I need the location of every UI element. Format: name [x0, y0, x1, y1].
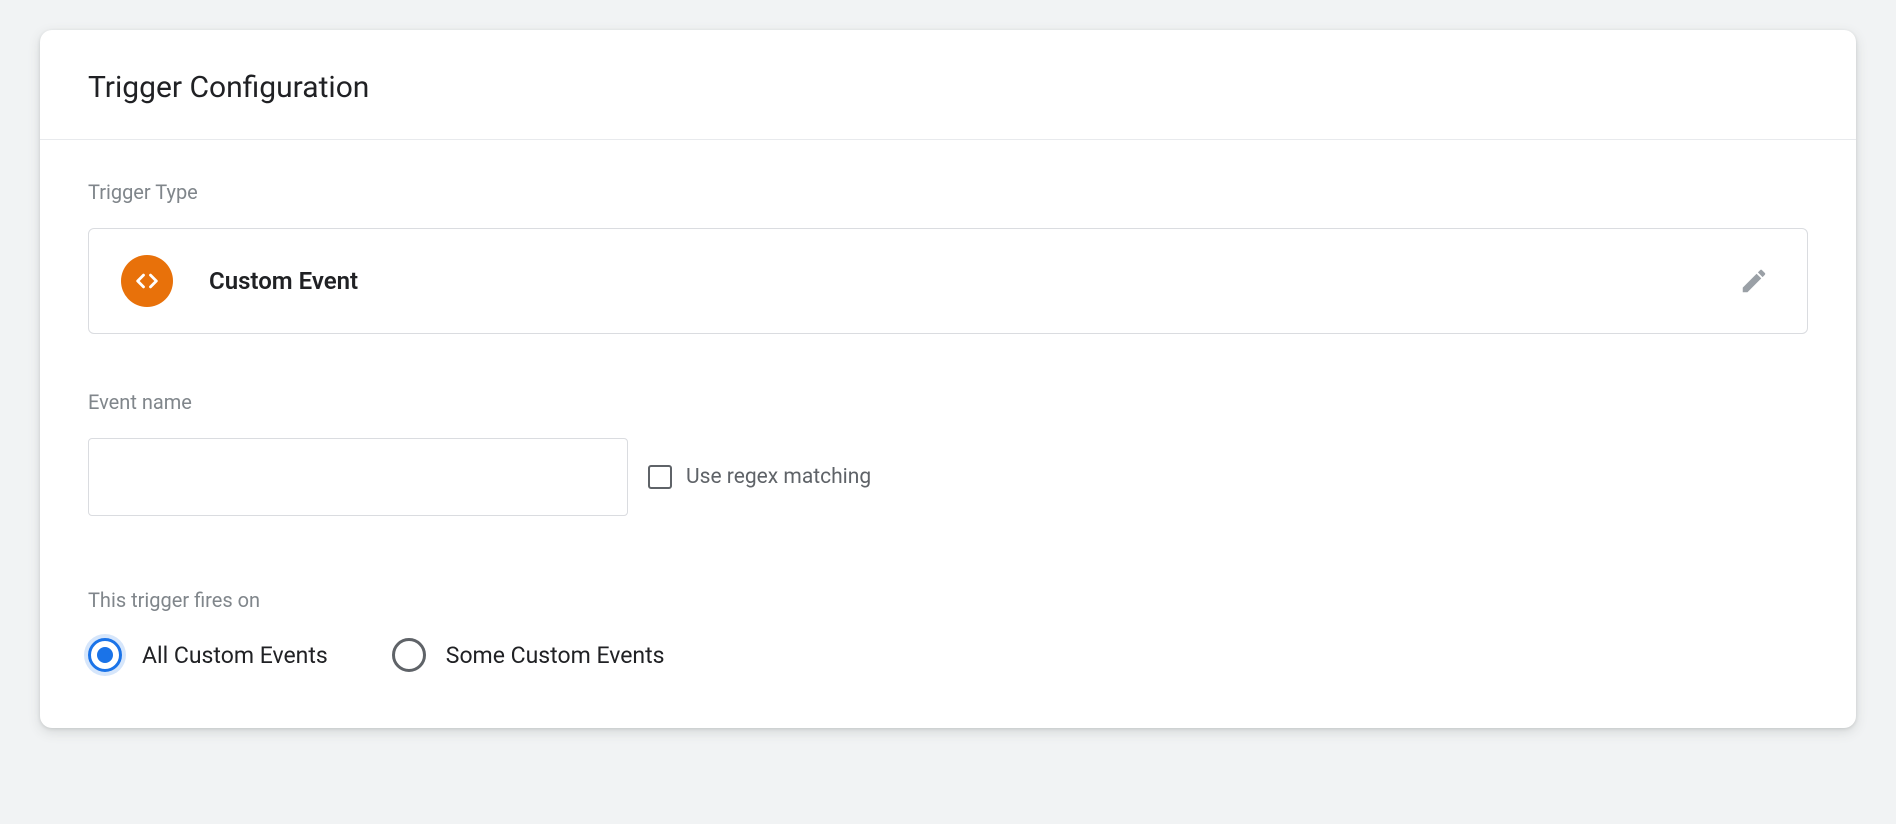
fires-on-label: This trigger fires on — [88, 588, 1808, 612]
event-name-input[interactable] — [88, 438, 628, 516]
edit-trigger-type-button[interactable] — [1733, 260, 1775, 302]
event-name-label: Event name — [88, 390, 1808, 414]
card-header: Trigger Configuration — [40, 30, 1856, 140]
radio-some-custom-events[interactable]: Some Custom Events — [392, 638, 665, 672]
radio-unselected-icon — [392, 638, 426, 672]
radio-label-some: Some Custom Events — [446, 642, 665, 669]
event-name-row: Use regex matching — [88, 438, 1808, 516]
card-body: Trigger Type Custom Event Eve — [40, 140, 1856, 728]
card-title: Trigger Configuration — [88, 70, 1808, 105]
trigger-type-label: Trigger Type — [88, 180, 1808, 204]
radio-all-custom-events[interactable]: All Custom Events — [88, 638, 328, 672]
trigger-type-name: Custom Event — [209, 267, 358, 295]
checkbox-icon — [648, 465, 672, 489]
pencil-icon — [1739, 266, 1769, 296]
radio-selected-icon — [88, 638, 122, 672]
regex-checkbox-label: Use regex matching — [686, 465, 871, 489]
trigger-type-left: Custom Event — [121, 255, 358, 307]
trigger-config-card: Trigger Configuration Trigger Type Custo… — [40, 30, 1856, 728]
trigger-type-row[interactable]: Custom Event — [88, 228, 1808, 334]
code-icon — [121, 255, 173, 307]
fires-on-radio-group: All Custom Events Some Custom Events — [88, 638, 1808, 672]
radio-label-all: All Custom Events — [142, 642, 328, 669]
regex-checkbox-wrap[interactable]: Use regex matching — [648, 465, 871, 489]
